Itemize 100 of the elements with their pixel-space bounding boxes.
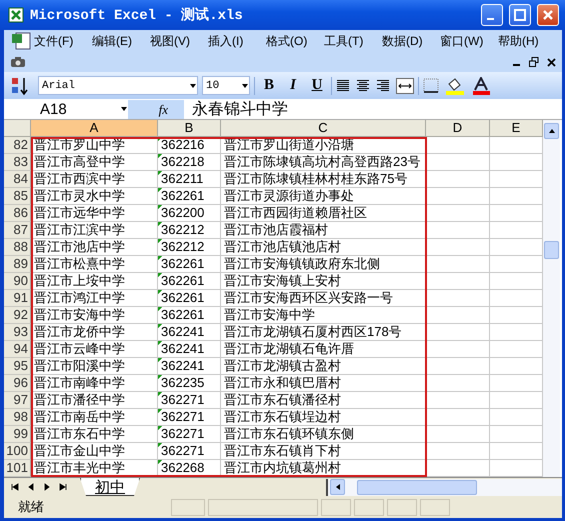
table-cell: 晋江市永和镇巴厝村 [221, 375, 426, 392]
table-cell [426, 443, 490, 460]
close-icon[interactable] [547, 58, 556, 66]
row-header[interactable]: 89 [4, 256, 31, 273]
status-panel [354, 498, 384, 516]
table-cell [426, 358, 490, 375]
column-header[interactable]: E [490, 120, 543, 137]
scroll-left-button[interactable] [330, 479, 345, 495]
table-cell: 晋江市罗山中学 [31, 137, 158, 154]
table-cell: 晋江市罗山街道小沿塘 [221, 137, 426, 154]
merge-cells-icon[interactable] [396, 78, 414, 94]
table-cell: 晋江市东石中学 [31, 426, 158, 443]
table-cell [426, 392, 490, 409]
table-cell: 晋江市东石镇潘径村 [221, 392, 426, 409]
font-dropdown[interactable]: Arial [38, 76, 198, 95]
row-header[interactable]: 84 [4, 171, 31, 188]
table-cell: 晋江市灵源街道办事处 [221, 188, 426, 205]
row-header[interactable]: 100 [4, 443, 31, 460]
column-header[interactable]: C [221, 120, 426, 137]
camera-icon[interactable] [10, 56, 26, 68]
row-header[interactable]: 94 [4, 341, 31, 358]
row-header[interactable]: 97 [4, 392, 31, 409]
table-cell [426, 307, 490, 324]
caret-icon [120, 105, 128, 113]
row-header[interactable]: 87 [4, 222, 31, 239]
table-cell [426, 205, 490, 222]
status-panel [321, 498, 351, 516]
caret-icon [334, 483, 342, 491]
row-header[interactable]: 93 [4, 324, 31, 341]
row-header[interactable]: 101 [4, 460, 31, 477]
function-button[interactable]: fx [128, 100, 184, 118]
font-size-dropdown[interactable]: 10 [202, 76, 250, 95]
align-center-icon[interactable] [356, 78, 372, 92]
table-cell: 晋江市潘径中学 [31, 392, 158, 409]
table-cell: 362241 [158, 324, 221, 341]
minimize-button[interactable] [481, 4, 503, 26]
table-cell [426, 256, 490, 273]
column-header[interactable]: D [426, 120, 490, 137]
table-cell [426, 137, 490, 154]
menu-item[interactable]: 帮助(H) [498, 32, 556, 50]
row-header[interactable]: 82 [4, 137, 31, 154]
row-header[interactable]: 99 [4, 426, 31, 443]
table-cell: 晋江市安海中学 [221, 307, 426, 324]
row-header[interactable]: 88 [4, 239, 31, 256]
table-cell: 362216 [158, 137, 221, 154]
row-header[interactable]: 92 [4, 307, 31, 324]
sheet-tab[interactable]: 初中 [80, 478, 140, 496]
align-right-icon[interactable] [376, 78, 392, 92]
menu-item[interactable]: 数据(D) [382, 32, 440, 50]
bold-button[interactable]: B [259, 75, 279, 96]
maximize-button[interactable] [509, 4, 531, 26]
row-header[interactable]: 83 [4, 154, 31, 171]
row-header[interactable]: 95 [4, 358, 31, 375]
table-cell: 362261 [158, 273, 221, 290]
table-cell: 362241 [158, 358, 221, 375]
minimize-icon [487, 18, 494, 20]
table-cell: 晋江市安海西环区兴安路一号 [221, 290, 426, 307]
row-header[interactable]: 85 [4, 188, 31, 205]
align-left-icon[interactable] [336, 78, 352, 92]
table-cell: 晋江市西滨中学 [31, 171, 158, 188]
row-header[interactable]: 86 [4, 205, 31, 222]
menu-item[interactable]: 工具(T) [324, 32, 382, 50]
menu-item[interactable]: 视图(V) [150, 32, 208, 50]
table-cell [426, 409, 490, 426]
table-cell: 晋江市东石镇肖下村 [221, 443, 426, 460]
table-cell [426, 222, 490, 239]
table-cell: 晋江市东石镇环镇东侧 [221, 426, 426, 443]
fill-color-icon[interactable] [445, 76, 467, 94]
table-cell: 晋江市灵水中学 [31, 188, 158, 205]
row-header[interactable]: 98 [4, 409, 31, 426]
borders-icon[interactable] [423, 78, 441, 94]
row-header[interactable]: 91 [4, 290, 31, 307]
scrollbar-thumb[interactable] [357, 480, 477, 494]
status-panel [171, 498, 205, 516]
table-cell: 晋江市龙湖镇石厦村西区178号 [221, 324, 426, 341]
close-button[interactable] [537, 4, 559, 26]
table-cell: 晋江市西园街道赖厝社区 [221, 205, 426, 222]
table-cell: 晋江市龙湖镇古盈村 [221, 358, 426, 375]
status-text: 就绪 [18, 498, 45, 516]
column-header[interactable]: B [158, 120, 221, 137]
menu-item[interactable]: 文件(F) [34, 32, 92, 50]
menu-item[interactable]: 插入(I) [208, 32, 266, 50]
table-cell: 晋江市远华中学 [31, 205, 158, 222]
menu-item[interactable]: 编辑(E) [92, 32, 150, 50]
formula-field[interactable]: 永春锦斗中学 [184, 98, 288, 120]
scroll-up-button[interactable] [544, 123, 559, 139]
font-color-icon[interactable] [471, 76, 493, 94]
restore-icon[interactable] [529, 57, 539, 67]
table-cell: 晋江市南岳中学 [31, 409, 158, 426]
underline-button[interactable]: U [307, 75, 327, 96]
table-cell: 362271 [158, 409, 221, 426]
menu-item[interactable]: 窗口(W) [440, 32, 498, 50]
row-header[interactable]: 90 [4, 273, 31, 290]
menu-item[interactable]: 格式(O) [266, 32, 324, 50]
italic-button[interactable]: I [283, 75, 303, 96]
column-header[interactable]: A [31, 120, 158, 137]
scrollbar-thumb[interactable] [544, 241, 559, 259]
table-cell: 晋江市鸿江中学 [31, 290, 158, 307]
table-cell [426, 154, 490, 171]
row-header[interactable]: 96 [4, 375, 31, 392]
